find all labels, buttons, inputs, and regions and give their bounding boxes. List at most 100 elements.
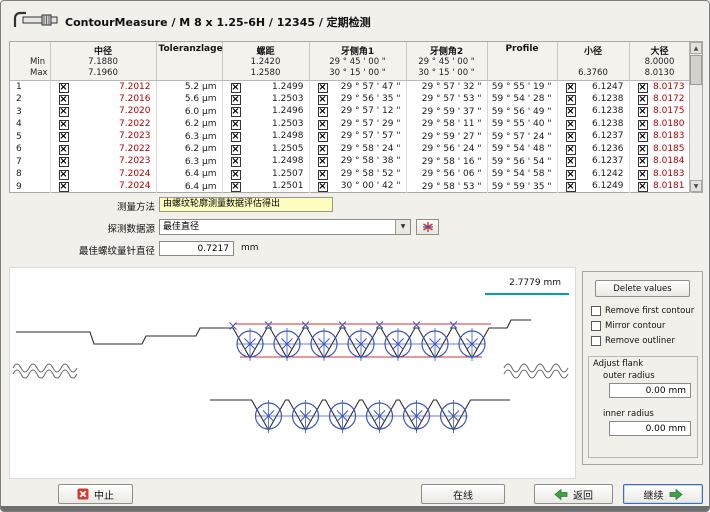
table-row[interactable]: 77.20236.3 µm1.249829 ° 58 ' 38 "29 ° 58… [10,156,690,169]
checkbox-checked-icon[interactable] [59,107,69,117]
scroll-up-icon[interactable] [690,42,702,54]
checkbox-checked-icon[interactable] [318,182,328,192]
col-profile: Profile [487,42,557,81]
checkbox-checked-icon[interactable] [231,120,241,130]
cell-major-diameter: 8.0181 [629,181,690,194]
cell-profile: 59 ° 59 ' 35 " [487,181,557,194]
cell-flank-angle-1: 30 ° 00 ' 42 " [309,181,406,194]
table-row[interactable]: 87.20246.4 µm1.250729 ° 58 ' 52 "29 ° 56… [10,168,690,181]
remove-outliner-checkbox[interactable]: Remove outliner [591,336,675,346]
inner-radius-input[interactable] [609,421,691,436]
online-button[interactable]: 在线 [421,484,505,504]
wire-diameter-unit: mm [241,243,259,253]
remove-first-contour-checkbox[interactable]: Remove first contour [591,306,694,316]
cell-flank-angle-2: 29 ° 58 ' 53 " [406,181,487,194]
checkbox-checked-icon[interactable] [59,95,69,105]
checkbox-checked-icon[interactable] [231,182,241,192]
checkbox-checked-icon[interactable] [318,170,328,180]
table-scrollbar[interactable] [689,42,702,192]
table-row[interactable]: 57.20236.3 µm1.249829 ° 57 ' 57 "29 ° 59… [10,131,690,144]
checkbox-checked-icon[interactable] [638,157,648,167]
checkbox-checked-icon[interactable] [59,83,69,93]
col-flank-angle-1: 牙侧角1 29 ° 45 ' 00 " 30 ° 15 ' 00 " [309,42,406,81]
checkbox-checked-icon[interactable] [566,107,576,117]
checkbox-checked-icon[interactable] [318,107,328,117]
scroll-down-icon[interactable] [690,180,702,192]
checkbox-unchecked-icon[interactable] [591,321,601,331]
table-row[interactable]: 97.20246.4 µm1.250130 ° 00 ' 42 "29 ° 58… [10,181,690,194]
checkbox-checked-icon[interactable] [566,170,576,180]
checkbox-checked-icon[interactable] [231,132,241,142]
wire-diameter-input[interactable] [159,241,234,256]
table-row[interactable]: 37.20206.0 µm1.249629 ° 57 ' 12 "29 ° 59… [10,106,690,119]
checkbox-checked-icon[interactable] [638,107,648,117]
outer-radius-input[interactable] [609,383,691,398]
checkbox-checked-icon[interactable] [59,145,69,155]
checkbox-checked-icon[interactable] [59,170,69,180]
cell-flank-angle-1: 29 ° 57 ' 12 " [309,106,406,119]
method-field[interactable]: 由螺纹轮廓测量数据评估得出 [159,197,333,212]
checkbox-checked-icon[interactable] [638,95,648,105]
checkbox-checked-icon[interactable] [231,107,241,117]
checkbox-checked-icon[interactable] [318,83,328,93]
table-row[interactable]: 17.20125.2 µm1.249929 ° 57 ' 47 "29 ° 57… [10,81,690,94]
next-button[interactable]: 继续 [623,484,703,504]
recalculate-button[interactable] [416,219,439,235]
window-title: ContourMeasure / M 8 x 1.25-6H / 12345 /… [65,14,371,30]
checkbox-unchecked-icon[interactable] [591,306,601,316]
checkbox-checked-icon[interactable] [59,157,69,167]
checkbox-checked-icon[interactable] [318,132,328,142]
checkbox-checked-icon[interactable] [638,132,648,142]
back-arrow-icon [554,489,568,500]
checkbox-checked-icon[interactable] [231,157,241,167]
checkbox-unchecked-icon[interactable] [591,336,601,346]
checkbox-checked-icon[interactable] [566,95,576,105]
table-row[interactable]: 27.20165.6 µm1.250329 ° 56 ' 35 "29 ° 57… [10,93,690,106]
col-row-header: Min Max [10,42,50,81]
table-row[interactable]: 47.20226.2 µm1.250329 ° 57 ' 29 "29 ° 58… [10,118,690,131]
checkbox-checked-icon[interactable] [318,120,328,130]
checkbox-checked-icon[interactable] [638,120,648,130]
cell-minor-diameter: 6.1237 [557,131,629,144]
checkbox-checked-icon[interactable] [231,170,241,180]
checkbox-checked-icon[interactable] [231,95,241,105]
delete-values-button[interactable]: Delete values [595,280,690,297]
checkbox-checked-icon[interactable] [566,120,576,130]
cell-pitch: 1.2498 [222,131,309,144]
abort-button[interactable]: 中止 [58,484,133,504]
checkbox-checked-icon[interactable] [566,145,576,155]
cell-flank-angle-2: 29 ° 58 ' 11 " [406,118,487,131]
contour-chart: 2.7779 mm [9,267,576,479]
mirror-contour-checkbox[interactable]: Mirror contour [591,321,665,331]
cell-major-diameter: 8.0184 [629,156,690,169]
checkbox-checked-icon[interactable] [566,83,576,93]
checkbox-checked-icon[interactable] [59,182,69,192]
checkbox-checked-icon[interactable] [59,120,69,130]
table-row[interactable]: 67.20226.2 µm1.250529 ° 58 ' 24 "29 ° 56… [10,143,690,156]
cell-tolerance: 6.4 µm [156,168,222,181]
checkbox-checked-icon[interactable] [638,182,648,192]
checkbox-checked-icon[interactable] [566,182,576,192]
checkbox-checked-icon[interactable] [231,83,241,93]
cell-flank-angle-1: 29 ° 58 ' 24 " [309,143,406,156]
checkbox-checked-icon[interactable] [566,157,576,167]
cell-pitch: 1.2507 [222,168,309,181]
cell-major-diameter: 8.0185 [629,143,690,156]
chevron-down-icon[interactable] [395,220,410,234]
checkbox-checked-icon[interactable] [318,157,328,167]
cell-major-diameter: 8.0183 [629,131,690,144]
checkbox-checked-icon[interactable] [638,83,648,93]
data-source-combobox[interactable]: 最佳直径 [159,219,411,235]
checkbox-checked-icon[interactable] [566,132,576,142]
cell-profile: 59 ° 54 ' 28 " [487,93,557,106]
checkbox-checked-icon[interactable] [638,170,648,180]
checkbox-checked-icon[interactable] [231,145,241,155]
scrollbar-thumb[interactable] [690,55,702,85]
checkbox-checked-icon[interactable] [318,145,328,155]
checkbox-checked-icon[interactable] [638,145,648,155]
checkbox-checked-icon[interactable] [318,95,328,105]
back-button[interactable]: 返回 [534,484,613,504]
cell-pitch-diameter: 7.2016 [50,93,156,106]
checkbox-checked-icon[interactable] [59,132,69,142]
adjust-flank-label: Adjust flank [593,359,643,369]
